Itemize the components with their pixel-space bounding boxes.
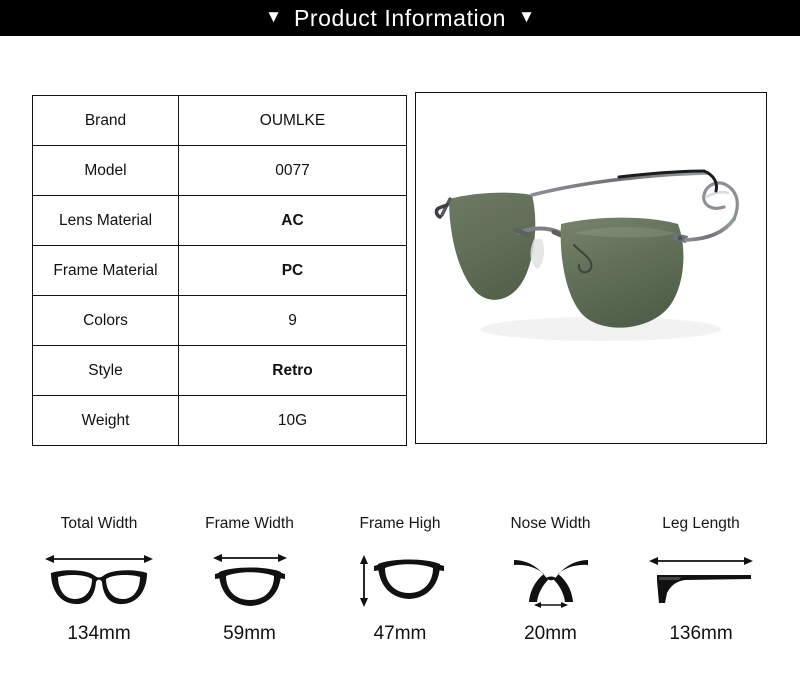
table-row: Style Retro	[32, 345, 407, 396]
header-bar: ▼ Product Information ▼	[0, 0, 800, 36]
measurement-value: 136mm	[669, 623, 733, 644]
spec-value-frame-material: PC	[178, 245, 407, 296]
spec-label-frame-material: Frame Material	[32, 245, 179, 296]
spec-label-weight: Weight	[32, 395, 179, 446]
full-frame-icon	[43, 549, 155, 611]
spec-value-style: Retro	[178, 345, 407, 396]
measurement-total-width: Total Width 134mm	[24, 515, 174, 645]
spec-value-weight: 10G	[178, 395, 407, 446]
table-row: Colors 9	[32, 295, 407, 346]
measurement-value: 59mm	[223, 623, 276, 644]
spec-value-colors: 9	[178, 295, 407, 346]
measurement-value: 47mm	[373, 623, 427, 644]
table-row: Model 0077	[32, 145, 407, 196]
nose-bridge-icon	[510, 549, 592, 611]
measurement-label: Frame Width	[205, 515, 294, 532]
spec-value-lens-material: AC	[178, 195, 407, 246]
measurement-value: 20mm	[524, 623, 577, 644]
measurement-leg-length: Leg Length 136mm	[626, 515, 776, 645]
table-row: Brand OUMLKE	[32, 95, 407, 146]
table-row: Lens Material AC	[32, 195, 407, 246]
measurement-label: Frame High	[359, 515, 441, 532]
caret-down-left-icon: ▼	[265, 6, 282, 26]
spec-label-brand: Brand	[32, 95, 179, 146]
spec-label-style: Style	[32, 345, 179, 396]
specification-table: Brand OUMLKE Model 0077 Lens Material AC…	[32, 95, 407, 446]
caret-down-right-icon: ▼	[518, 6, 535, 26]
spec-value-model: 0077	[178, 145, 407, 196]
spec-label-model: Model	[32, 145, 179, 196]
temple-arm-icon	[645, 549, 757, 611]
measurement-label: Total Width	[60, 515, 138, 532]
table-row: Frame Material PC	[32, 245, 407, 296]
spec-label-colors: Colors	[32, 295, 179, 346]
measurement-label: Leg Length	[662, 515, 740, 532]
measurement-frame-high: Frame High 47mm	[325, 515, 475, 645]
spec-label-lens-material: Lens Material	[32, 195, 179, 246]
measurement-label: Nose Width	[510, 515, 591, 532]
measurements-row: Total Width 134mm Frame Width 59mm Frame…	[0, 515, 800, 645]
single-lens-height-icon	[354, 549, 446, 611]
measurement-frame-width: Frame Width 59mm	[175, 515, 325, 645]
table-row: Weight 10G	[32, 395, 407, 446]
spec-value-brand: OUMLKE	[178, 95, 407, 146]
measurement-value: 134mm	[67, 623, 131, 644]
product-image-box	[415, 92, 767, 444]
single-lens-width-icon	[209, 549, 291, 611]
page-title: Product Information	[293, 4, 507, 31]
sunglasses-photo	[416, 93, 766, 443]
measurement-nose-width: Nose Width 20mm	[476, 515, 626, 645]
